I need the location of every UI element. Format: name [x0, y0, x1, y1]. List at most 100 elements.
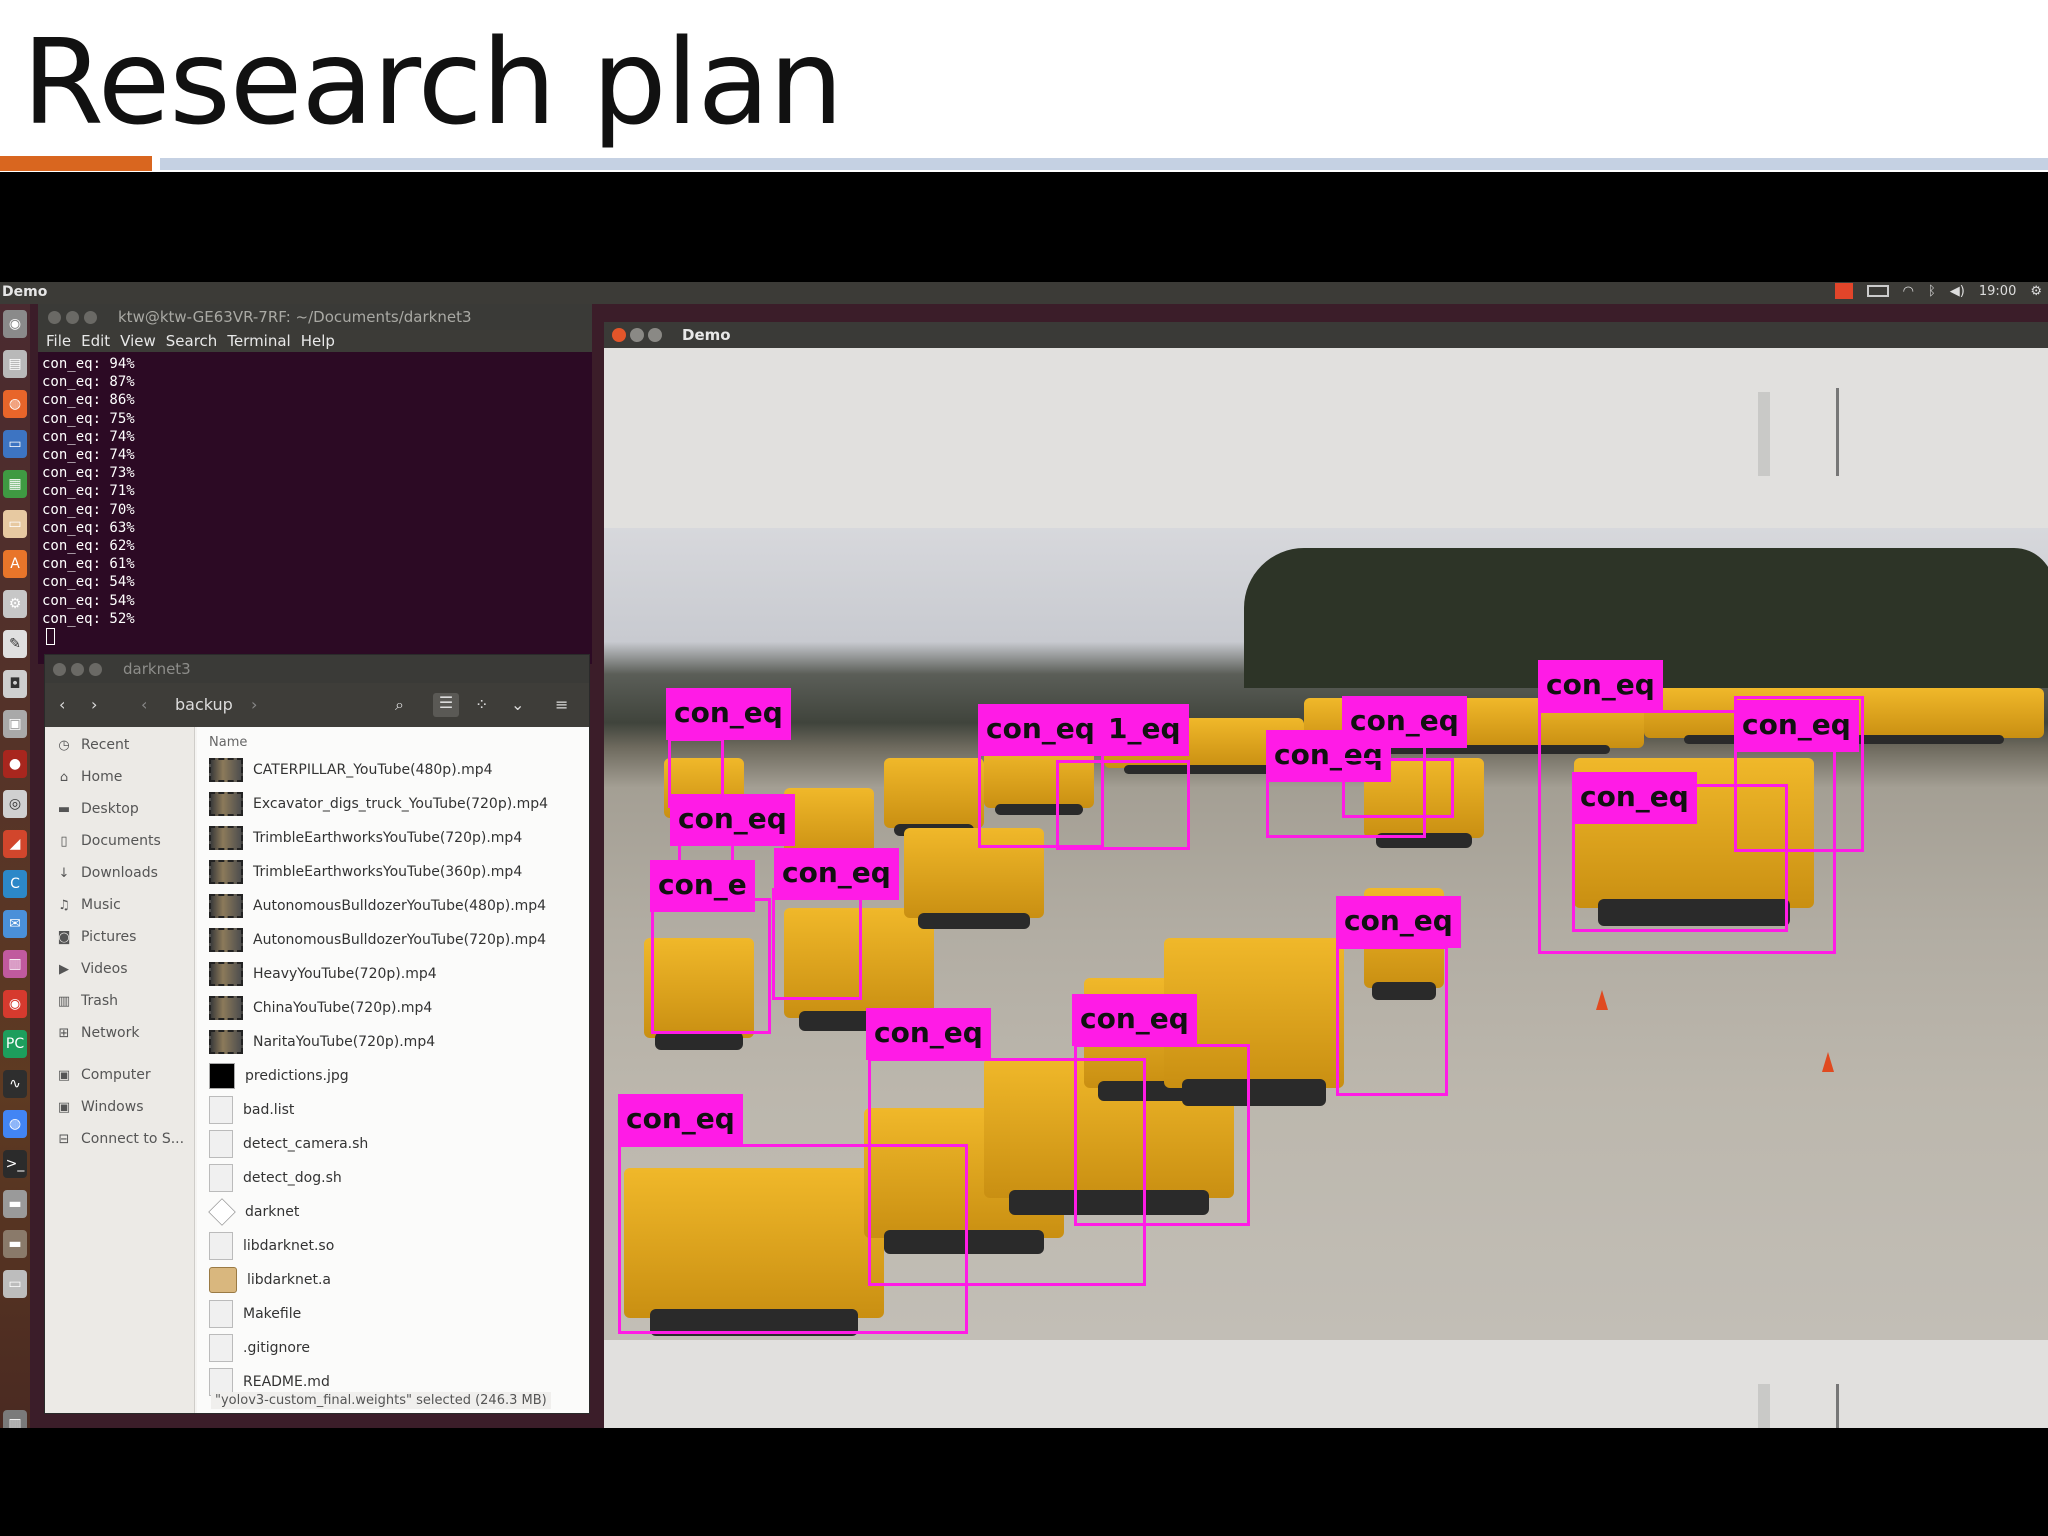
minimize-icon[interactable] [71, 663, 84, 676]
path-left-icon[interactable]: ‹ [141, 695, 147, 714]
wifi-icon[interactable]: ◠ [1903, 284, 1914, 299]
chevron-down-icon[interactable]: ⌄ [511, 695, 524, 714]
list-item[interactable]: bad.list [209, 1095, 294, 1125]
list-item[interactable]: detect_camera.sh [209, 1129, 368, 1159]
screenshot-icon[interactable]: ▣ [3, 710, 27, 738]
sidebar-item-network[interactable]: ⊞ Network [57, 1025, 140, 1041]
drive-icon[interactable]: ▬ [3, 1190, 27, 1218]
terminal-titlebar[interactable]: ktw@ktw-GE63VR-7RF: ~/Documents/darknet3 [38, 304, 592, 330]
sidebar-item-label: Downloads [81, 865, 158, 881]
menu-view[interactable]: View [120, 332, 156, 352]
document-icon[interactable]: ▭ [3, 510, 27, 538]
clion-icon[interactable]: C [3, 870, 27, 898]
list-item[interactable]: darknet [208, 1197, 299, 1227]
sidebar-item-music[interactable]: ♫ Music [57, 897, 121, 913]
sidebar-item-connect-to-server[interactable]: ⊟ Connect to S... [57, 1131, 185, 1147]
camera-icon[interactable]: ◘ [3, 670, 27, 698]
trash-icon[interactable]: ▥ [3, 1410, 27, 1428]
list-view-icon[interactable]: ☰ [433, 693, 459, 717]
menu-terminal[interactable]: Terminal [227, 332, 290, 352]
list-item[interactable]: libdarknet.a [209, 1265, 331, 1295]
list-item[interactable]: Excavator_digs_truck_YouTube(720p).mp4 [209, 789, 548, 819]
maximize-icon[interactable] [648, 328, 662, 342]
maximize-icon[interactable] [84, 311, 97, 324]
close-icon[interactable] [48, 311, 61, 324]
disk-icon[interactable]: ▭ [3, 1270, 27, 1298]
terminal-window[interactable]: ktw@ktw-GE63VR-7RF: ~/Documents/darknet3… [38, 304, 592, 664]
list-item[interactable]: AutonomousBulldozerYouTube(480p).mp4 [209, 891, 546, 921]
list-item[interactable]: libdarknet.so [209, 1231, 334, 1261]
menu-help[interactable]: Help [301, 332, 335, 352]
demo-titlebar[interactable]: Demo [604, 322, 2048, 348]
grid-view-icon[interactable]: ⁘ [475, 695, 488, 714]
menu-file[interactable]: File [46, 332, 71, 352]
usb-drive-icon[interactable]: ▬ [3, 1230, 27, 1258]
firefox-icon[interactable]: ◍ [3, 390, 27, 418]
dash-icon[interactable]: ◉ [3, 310, 27, 338]
list-item[interactable]: AutonomousBulldozerYouTube(720p).mp4 [209, 925, 546, 955]
list-item[interactable]: TrimbleEarthworksYouTube(360p).mp4 [209, 857, 522, 887]
list-item[interactable]: CATERPILLAR_YouTube(480p).mp4 [209, 755, 493, 785]
recorder-icon[interactable]: ● [3, 750, 27, 778]
list-item[interactable]: Makefile [209, 1299, 301, 1329]
file-manager-titlebar[interactable]: darknet3 [45, 655, 589, 683]
column-header-name[interactable]: Name [209, 735, 247, 750]
software-center-icon[interactable]: A [3, 550, 27, 578]
files-icon[interactable]: ▤ [3, 350, 27, 378]
text-editor-icon[interactable]: ✎ [3, 630, 27, 658]
sidebar-item-computer[interactable]: ▣ Computer [57, 1067, 151, 1083]
minimize-icon[interactable] [66, 311, 79, 324]
matlab-icon[interactable]: ◢ [3, 830, 27, 858]
record-indicator-icon[interactable] [1834, 283, 1853, 299]
back-icon[interactable]: ‹ [59, 695, 65, 714]
media-icon[interactable]: ◉ [3, 990, 27, 1018]
sidebar-item-windows[interactable]: ▣ Windows [57, 1099, 144, 1115]
gear-icon[interactable]: ⚙ [2030, 284, 2042, 299]
menu-search[interactable]: Search [166, 332, 218, 352]
sidebar-item-trash[interactable]: ▥ Trash [57, 993, 118, 1009]
list-item[interactable]: predictions.jpg [209, 1061, 349, 1091]
path-button[interactable]: backup [175, 695, 233, 714]
menu-edit[interactable]: Edit [81, 332, 110, 352]
close-icon[interactable] [53, 663, 66, 676]
chrome-icon[interactable]: ◍ [3, 1110, 27, 1138]
list-item[interactable]: .gitignore [209, 1333, 310, 1363]
keyboard-icon[interactable] [1866, 285, 1889, 297]
clock[interactable]: 19:00 [1979, 284, 2016, 299]
list-item[interactable]: detect_dog.sh [209, 1163, 342, 1193]
list-item[interactable]: NaritaYouTube(720p).mp4 [209, 1027, 435, 1057]
mail-icon[interactable]: ✉ [3, 910, 27, 938]
path-right-icon[interactable]: › [251, 695, 257, 714]
sidebar-item-pictures[interactable]: ◙ Pictures [57, 929, 137, 945]
list-item[interactable]: TrimbleEarthworksYouTube(720p).mp4 [209, 823, 522, 853]
file-manager-window[interactable]: darknet3 ‹ › ‹ backup › ⌕ ☰ ⁘ ⌄ ≡ ◷ Recen… [44, 654, 590, 1414]
bluetooth-icon[interactable]: ᛒ [1928, 284, 1936, 299]
volume-icon[interactable]: ◀) [1950, 284, 1965, 299]
writer-icon[interactable]: ▭ [3, 430, 27, 458]
sidebar-item-videos[interactable]: ▶ Videos [57, 961, 128, 977]
sidebar-item-documents[interactable]: ▯ Documents [57, 833, 160, 849]
demo-window[interactable]: Demo con_eq con_eq con_e con_eq con_eq c… [604, 322, 2048, 1428]
calc-icon[interactable]: ▦ [3, 470, 27, 498]
sidebar-item-home[interactable]: ⌂ Home [57, 769, 122, 785]
forward-icon[interactable]: › [91, 695, 97, 714]
close-icon[interactable] [612, 328, 626, 342]
terminal-icon[interactable]: >_ [3, 1150, 27, 1178]
sidebar-item-desktop[interactable]: ▬ Desktop [57, 801, 139, 817]
pycharm-icon[interactable]: PC [3, 1030, 27, 1058]
system-monitor-icon[interactable]: ∿ [3, 1070, 27, 1098]
app-icon[interactable]: ▥ [3, 950, 27, 978]
minimize-icon[interactable] [630, 328, 644, 342]
sidebar-item-recent[interactable]: ◷ Recent [57, 737, 129, 753]
settings-icon[interactable]: ⚙ [3, 590, 27, 618]
cheese-icon[interactable]: ◎ [3, 790, 27, 818]
maximize-icon[interactable] [89, 663, 102, 676]
list-item[interactable]: HeavyYouTube(720p).mp4 [209, 959, 437, 989]
detection-label: con_eq [666, 688, 791, 740]
list-item[interactable]: ChinaYouTube(720p).mp4 [209, 993, 432, 1023]
menu-icon[interactable]: ≡ [555, 695, 568, 714]
terminal-output[interactable]: con_eq: 94% con_eq: 87% con_eq: 86% con_… [38, 352, 592, 653]
sidebar-item-downloads[interactable]: ↓ Downloads [57, 865, 158, 881]
text-file-icon [209, 1096, 233, 1124]
search-icon[interactable]: ⌕ [395, 695, 404, 715]
